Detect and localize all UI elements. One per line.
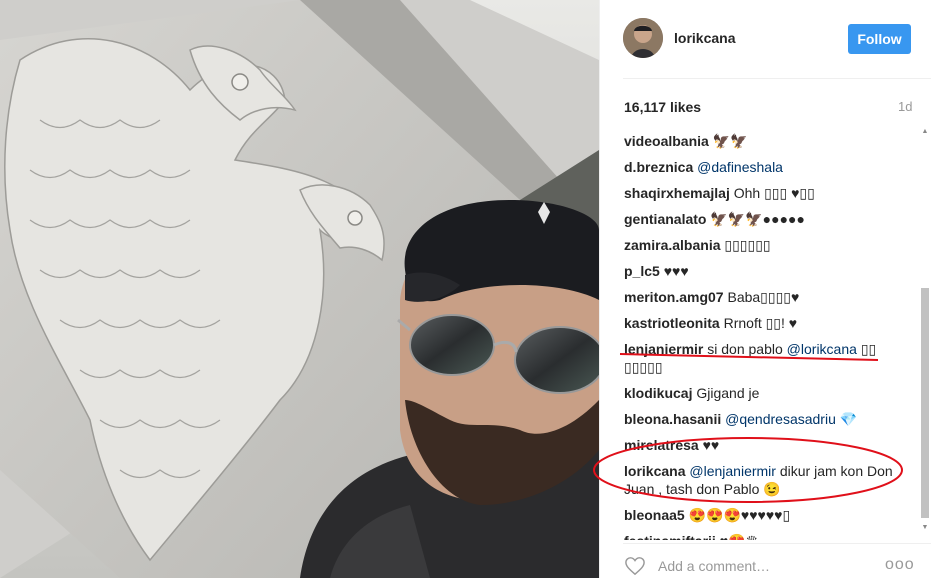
comment-username[interactable]: videoalbania bbox=[624, 133, 709, 149]
comment-text: si don pablo bbox=[707, 341, 783, 357]
comment-username[interactable]: zamira.albania bbox=[624, 237, 721, 253]
comment-username[interactable]: mirelatresa bbox=[624, 437, 699, 453]
comment-text: Rrnoft ▯▯! ♥ bbox=[723, 315, 798, 331]
comment-username[interactable]: klodikucaj bbox=[624, 385, 692, 401]
comment-username[interactable]: shaqirxhemajlaj bbox=[624, 185, 730, 201]
comment-username[interactable]: d.breznica bbox=[624, 159, 693, 175]
comment-username[interactable]: bleona.hasanii bbox=[624, 411, 721, 427]
comment-item: bleonaa5 😍😍😍♥♥♥♥♥▯ bbox=[624, 506, 914, 524]
comment-username[interactable]: gentianalato bbox=[624, 211, 706, 227]
comment-item: lenjaniermir si don pablo @lorikcana ▯▯ … bbox=[624, 340, 914, 376]
comments-scrollbar[interactable]: ▲ ▼ bbox=[919, 128, 931, 538]
post-header: lorikcana Follow bbox=[600, 0, 931, 78]
add-comment-input[interactable]: Add a comment… bbox=[658, 558, 770, 574]
comment-item: gentianalato 🦅🦅🦅●●●●● bbox=[624, 210, 914, 228]
post-author-username[interactable]: lorikcana bbox=[674, 30, 735, 46]
comment-item: mirelatresa ♥♥ bbox=[624, 436, 914, 454]
comment-text: Ohh ▯▯▯ ♥▯▯ bbox=[733, 185, 815, 201]
comment-username[interactable]: bleonaa5 bbox=[624, 507, 685, 523]
comment-item: zamira.albania ▯▯▯▯▯▯ bbox=[624, 236, 914, 254]
comment-item: kastriotleonita Rrnoft ▯▯! ♥ bbox=[624, 314, 914, 332]
footer-divider bbox=[623, 543, 931, 544]
comment-text: ♥♥ bbox=[702, 437, 720, 453]
comment-text: ♥😍♛ bbox=[720, 533, 758, 540]
post-photo[interactable] bbox=[0, 0, 599, 578]
follow-button[interactable]: Follow bbox=[848, 24, 911, 54]
comment-text: Baba▯▯▯▯♥ bbox=[727, 289, 800, 305]
comment-mention[interactable]: @qendresasadriu bbox=[725, 411, 836, 427]
comment-text: ▯▯▯▯▯▯ bbox=[724, 237, 771, 253]
scroll-up-arrow-icon[interactable]: ▲ bbox=[921, 128, 929, 136]
comment-text: 🦅🦅🦅●●●●● bbox=[710, 211, 805, 227]
post-time[interactable]: 1d bbox=[898, 99, 912, 114]
comment-username[interactable]: p_lc5 bbox=[624, 263, 660, 279]
comment-item: bleona.hasanii @qendresasadriu 💎 bbox=[624, 410, 914, 428]
comment-text: 🦅🦅 bbox=[712, 133, 748, 149]
comment-username[interactable]: meriton.amg07 bbox=[624, 289, 724, 305]
post-side-panel: lorikcana Follow 16,117 likes 1d videoal… bbox=[599, 0, 931, 578]
comment-username[interactable]: festinamiftarii bbox=[624, 533, 716, 540]
comment-item: meriton.amg07 Baba▯▯▯▯♥ bbox=[624, 288, 914, 306]
comments-list[interactable]: videoalbania 🦅🦅 d.breznica @dafineshala … bbox=[624, 132, 914, 540]
comment-text: Gjigand je bbox=[696, 385, 760, 401]
heart-icon[interactable] bbox=[624, 556, 646, 576]
comment-mention[interactable]: @dafineshala bbox=[697, 159, 783, 175]
comment-item: d.breznica @dafineshala bbox=[624, 158, 914, 176]
comment-text: ♥♥♥ bbox=[663, 263, 689, 279]
header-divider bbox=[623, 78, 931, 79]
comment-username[interactable]: kastriotleonita bbox=[624, 315, 720, 331]
comment-text: 😍😍😍♥♥♥♥♥▯ bbox=[688, 507, 791, 523]
comment-item: shaqirxhemajlaj Ohh ▯▯▯ ♥▯▯ bbox=[624, 184, 914, 202]
comment-username[interactable]: lorikcana bbox=[624, 463, 685, 479]
comment-username[interactable]: lenjaniermir bbox=[624, 341, 703, 357]
scrollbar-thumb[interactable] bbox=[921, 288, 929, 518]
comment-item: videoalbania 🦅🦅 bbox=[624, 132, 914, 150]
comment-item: klodikucaj Gjigand je bbox=[624, 384, 914, 402]
scroll-down-arrow-icon[interactable]: ▼ bbox=[921, 524, 929, 532]
comment-item: p_lc5 ♥♥♥ bbox=[624, 262, 914, 280]
comment-item: lorikcana @lenjaniermir dikur jam kon Do… bbox=[624, 462, 914, 498]
avatar[interactable] bbox=[623, 18, 663, 58]
comment-item: festinamiftarii ♥😍♛ bbox=[624, 532, 914, 540]
comment-mention[interactable]: @lenjaniermir bbox=[689, 463, 776, 479]
comment-text: 💎 bbox=[839, 411, 858, 427]
comment-mention[interactable]: @lorikcana bbox=[787, 341, 857, 357]
more-icon[interactable]: ooo bbox=[885, 556, 915, 574]
likes-count[interactable]: 16,117 likes bbox=[624, 99, 701, 115]
